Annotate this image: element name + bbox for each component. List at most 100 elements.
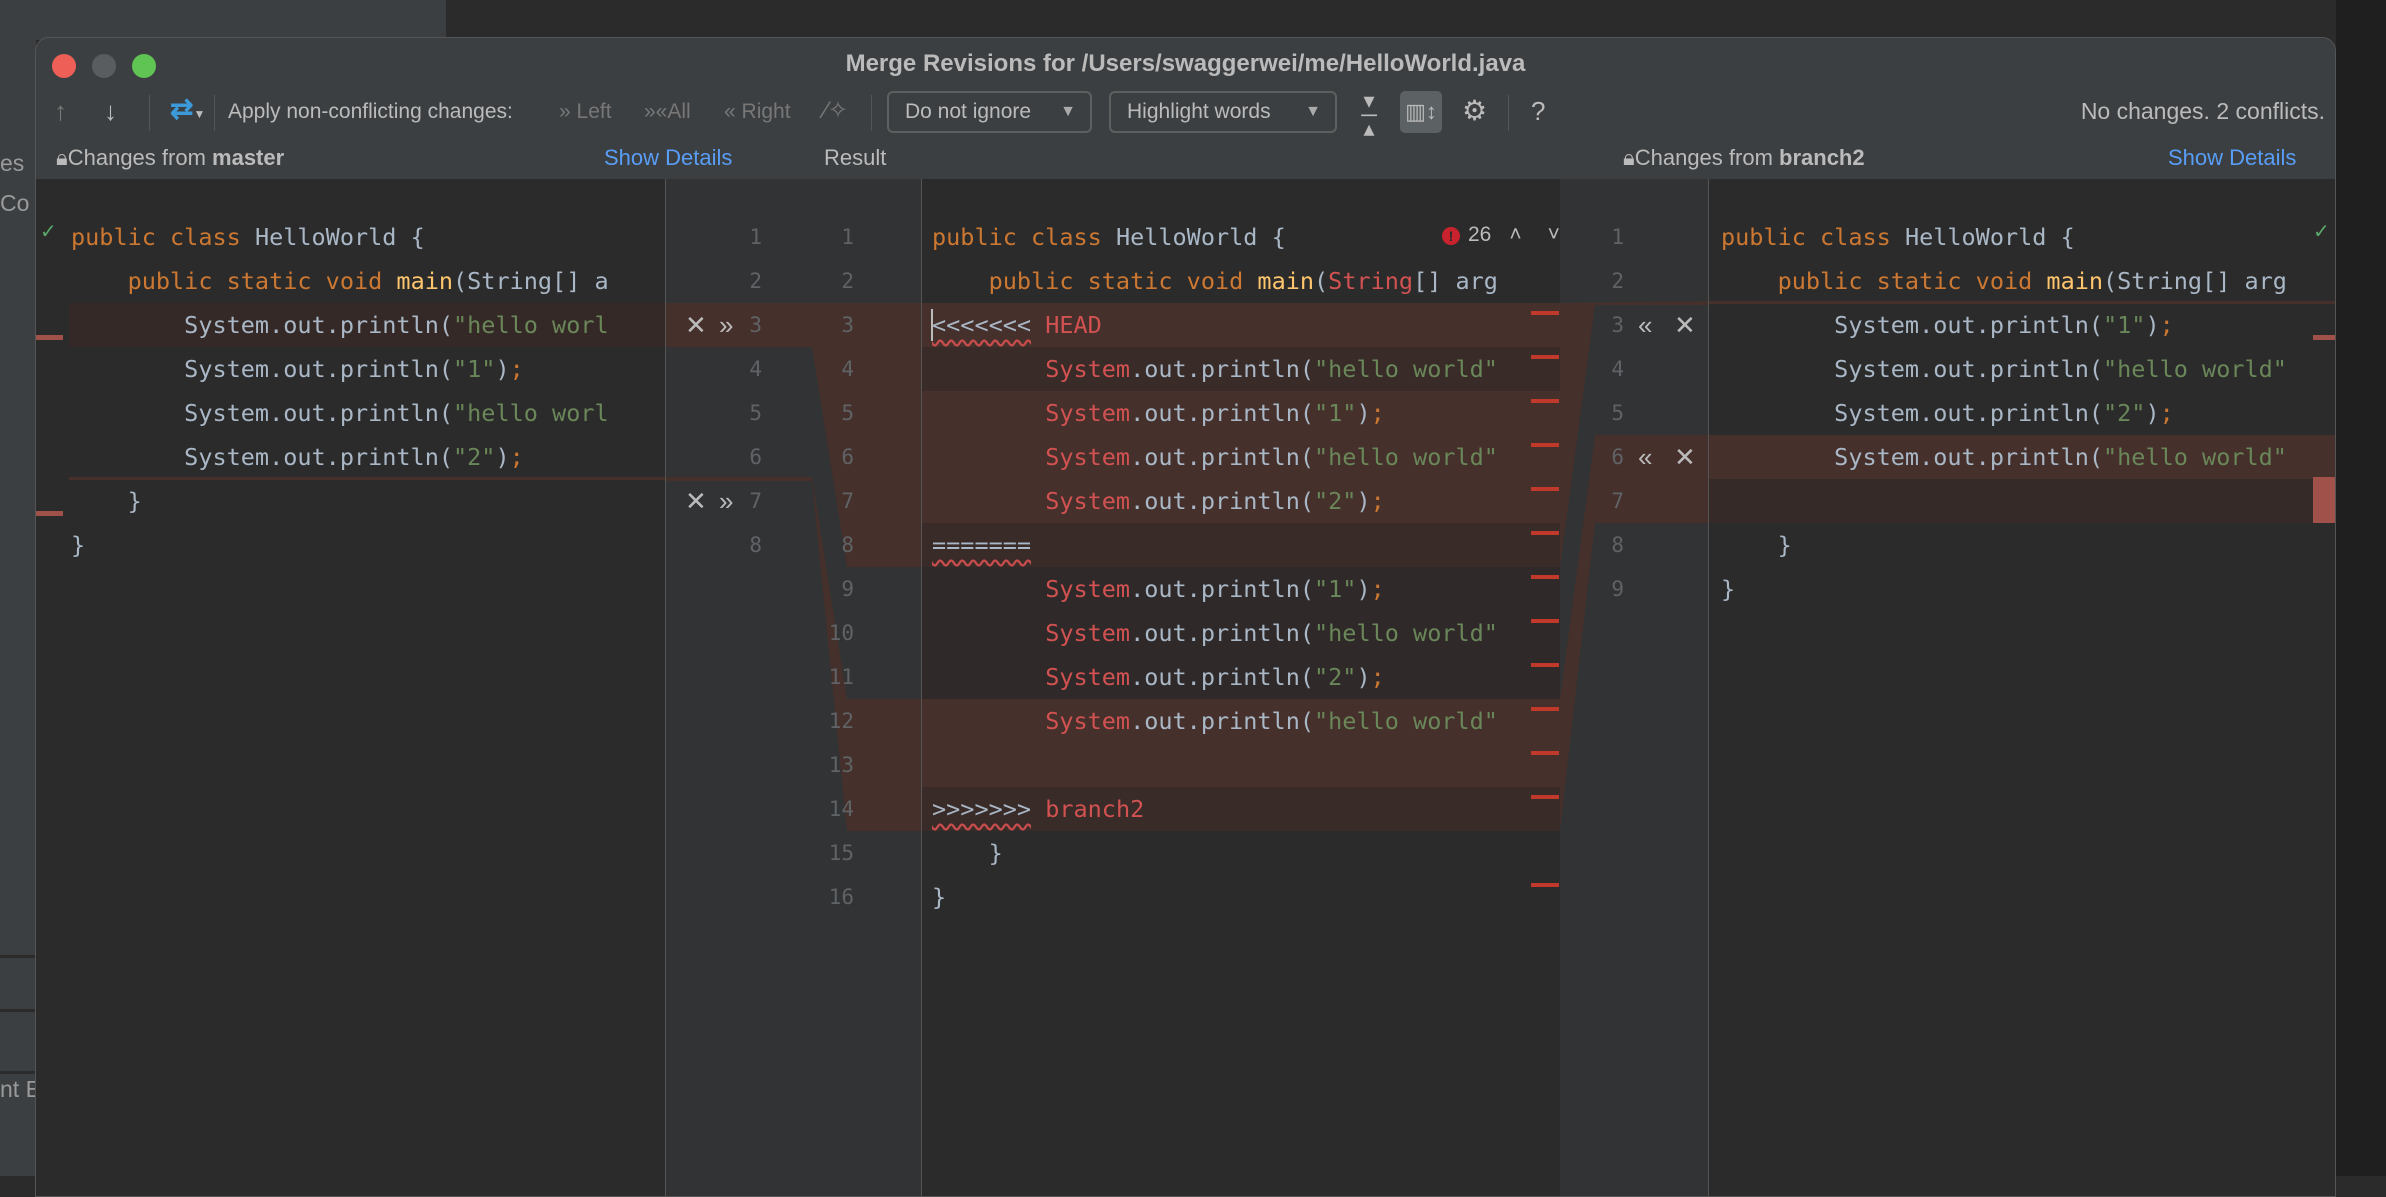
code-token: .out.println(: [1130, 487, 1315, 515]
change-marker: [1531, 883, 1559, 887]
ignore-change-button[interactable]: ✕: [1674, 435, 1696, 479]
background-window: [0, 0, 446, 40]
ignore-whitespace-dropdown[interactable]: Do not ignore ▼: [887, 91, 1092, 133]
code-line: public class HelloWorld {: [932, 215, 1286, 259]
magic-resolve-button[interactable]: ⁄✧: [824, 96, 848, 125]
background-text: es: [0, 150, 25, 176]
line-number: 4: [841, 357, 854, 381]
accept-right-button[interactable]: «: [1638, 435, 1652, 479]
code-line: public class HelloWorld {: [71, 215, 425, 259]
previous-error-icon[interactable]: ˄: [1509, 223, 1521, 246]
error-icon: !: [1442, 227, 1460, 245]
code-token: ;: [1370, 663, 1385, 691]
code-token: "hello world": [2103, 443, 2287, 471]
right-show-details-link[interactable]: Show Details: [2168, 145, 2296, 171]
window-title: Merge Revisions for /Users/swaggerwei/me…: [845, 50, 1526, 77]
line-number: 1: [841, 225, 854, 249]
code-token: HelloWorld {: [254, 223, 425, 251]
code-token: ;: [509, 443, 524, 471]
code-line: System.out.println("hello world": [932, 611, 1498, 655]
code-token: "hello world": [1314, 443, 1498, 471]
accept-left-button[interactable]: »: [719, 479, 733, 523]
code-token: }: [71, 531, 86, 559]
conflict-highlight: [1709, 479, 2335, 523]
right-editor[interactable]: public class HelloWorld { public static …: [1709, 179, 2335, 1196]
code-token: System.out.println(: [71, 399, 454, 427]
code-token: System: [1045, 663, 1131, 691]
code-token: ): [1356, 487, 1371, 515]
change-marker: [1531, 487, 1559, 491]
highlight-dropdown-value: Highlight words: [1127, 100, 1271, 123]
code-line: System.out.println("hello world": [932, 435, 1498, 479]
merge-dialog: Merge Revisions for /Users/swaggerwei/me…: [35, 37, 2336, 1197]
toolbar-separator: [214, 95, 215, 131]
code-line: System.out.println("hello world": [1721, 347, 2287, 391]
background-desktop: [2336, 0, 2386, 1176]
help-button[interactable]: ?: [1531, 96, 1545, 127]
code-token: ;: [1370, 399, 1385, 427]
left-show-details-link[interactable]: Show Details: [604, 145, 732, 171]
line-number: 6: [841, 445, 854, 469]
code-line: System.out.println("hello worl: [71, 391, 609, 435]
line-number: 2: [749, 269, 762, 293]
apply-all-button[interactable]: »«All: [644, 100, 691, 124]
change-marker: [1531, 751, 1559, 755]
change-marker: [1531, 311, 1559, 315]
line-number: 7: [841, 489, 854, 513]
line-number: 12: [828, 709, 854, 733]
inspection-widget[interactable]: ! 26 ˄ ˅: [1442, 223, 1560, 247]
code-token: }: [932, 839, 1003, 867]
background-text: Co: [0, 190, 30, 216]
line-number: 15: [828, 841, 854, 865]
collapse-unchanged-button[interactable]: ▾ ─ ▴: [1358, 90, 1380, 140]
code-line: }: [71, 523, 85, 567]
code-token: .out.println(: [1130, 619, 1315, 647]
code-token: System.out.println(: [71, 355, 454, 383]
code-token: "1": [2103, 311, 2146, 339]
ignore-change-button[interactable]: ✕: [685, 479, 707, 523]
highlight-mode-dropdown[interactable]: Highlight words ▼: [1109, 91, 1337, 133]
divider: [0, 1009, 35, 1012]
toolbar-separator: [149, 95, 150, 131]
code-token: .out.println(: [1130, 355, 1315, 383]
line-number: 1: [1611, 225, 1624, 249]
apply-left-button[interactable]: » Left: [559, 100, 612, 124]
change-marker: [2313, 335, 2335, 340]
ignore-change-button[interactable]: ✕: [1674, 303, 1696, 347]
settings-button[interactable]: ⚙: [1462, 94, 1487, 127]
lock-icon: 🔒︎: [56, 145, 68, 170]
code-token: public class: [71, 223, 255, 251]
ignore-dropdown-value: Do not ignore: [905, 100, 1032, 123]
accept-left-button[interactable]: »: [719, 303, 733, 347]
line-number: 2: [841, 269, 854, 293]
result-editor[interactable]: public class HelloWorld { public static …: [922, 179, 1560, 1196]
code-token: (: [1314, 267, 1329, 295]
code-token: "hello world": [1314, 355, 1498, 383]
left-result-gutter: 1 2 3 4 5 6 7 8 1 2 3 4 5 6 7 8 9 10 11 12 13 14 15 16 ✕» ✕»: [665, 179, 922, 1196]
line-number: 9: [1611, 577, 1624, 601]
apply-left-label: Left: [576, 100, 612, 123]
code-token: .out.println(: [1130, 707, 1315, 735]
apply-right-button[interactable]: « Right: [724, 100, 791, 124]
ignore-change-button[interactable]: ✕: [685, 303, 707, 347]
code-token: System.out.println(: [71, 443, 454, 471]
double-chevron-right-icon: »: [559, 100, 571, 123]
code-line: System.out.println("1");: [1721, 303, 2174, 347]
code-line: >>>>>>> branch2: [932, 787, 1144, 831]
code-token: "hello worl: [453, 399, 609, 427]
code-token: System: [1045, 487, 1131, 515]
text-cursor: [931, 309, 933, 341]
code-line: System.out.println("hello worl: [71, 303, 608, 347]
previous-difference-button[interactable]: ↑: [54, 96, 67, 127]
resolve-conflicts-button[interactable]: ⇄▼: [170, 92, 205, 125]
close-icon: ✕: [685, 486, 707, 516]
next-error-icon[interactable]: ˅: [1548, 223, 1560, 246]
sync-scroll-toggle[interactable]: ▥↕: [1400, 91, 1442, 133]
next-difference-button[interactable]: ↓: [104, 96, 117, 127]
apply-right-label: Right: [741, 100, 791, 123]
left-editor[interactable]: public class HelloWorld { public static …: [36, 179, 665, 1196]
accept-right-button[interactable]: «: [1638, 303, 1652, 347]
code-token: }: [71, 487, 142, 515]
